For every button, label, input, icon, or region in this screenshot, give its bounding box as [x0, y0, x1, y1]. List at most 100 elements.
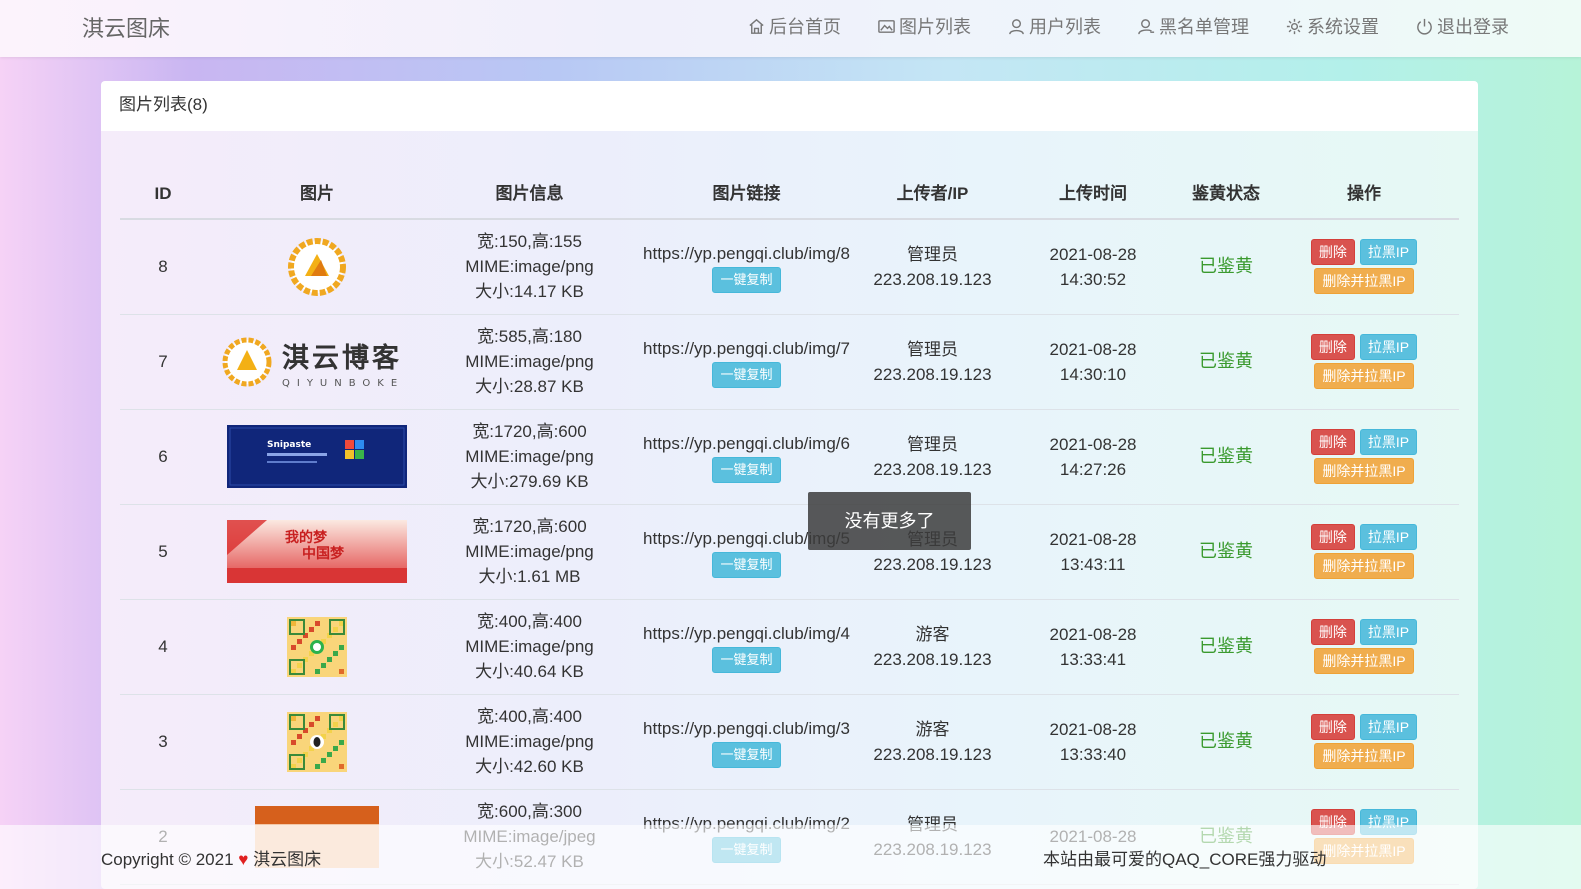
- nav-item-label: 黑名单管理: [1159, 17, 1249, 37]
- moderation-status: 已鉴黄: [1199, 636, 1253, 656]
- image-mime: MIME:image/png: [465, 447, 594, 466]
- delete-button[interactable]: 删除: [1310, 524, 1355, 550]
- image-link[interactable]: https://yp.pengqi.club/img/8: [631, 241, 862, 266]
- cell-actions: 删除拉黑IP 删除并拉黑IP: [1269, 409, 1459, 505]
- svg-text:淇云博客: 淇云博客: [282, 342, 402, 374]
- delete-and-block-button[interactable]: 删除并拉黑IP: [1314, 268, 1414, 295]
- nav-item-label: 后台首页: [769, 17, 841, 37]
- table-row: 7 淇云博客 QIYUNBOKE 宽:585,高:180 MIME:image/png 大…: [120, 314, 1459, 410]
- delete-and-block-button[interactable]: 删除并拉黑IP: [1314, 648, 1414, 674]
- upload-date: 2021-08-28: [1049, 244, 1137, 264]
- cell-info: 宽:1720,高:600 MIME:image/png 大小:279.69 KB: [428, 409, 631, 505]
- image-link[interactable]: https://yp.pengqi.club/img/7: [631, 336, 862, 361]
- cell-thumbnail[interactable]: 我的梦 中国梦: [206, 504, 428, 600]
- block-ip-button[interactable]: 拉黑IP: [1359, 619, 1418, 645]
- nav-item-label: 用户列表: [1029, 17, 1101, 37]
- cell-actions: 删除拉黑IP删除并拉黑IP: [1269, 219, 1459, 315]
- delete-and-block-button[interactable]: 删除并拉黑IP: [1314, 363, 1414, 389]
- cell-link: https://yp.pengqi.club/img/8 一键复制: [631, 219, 862, 315]
- nav-item-users[interactable]: 用户列表: [1007, 13, 1101, 39]
- thumbnail-image: 淇云博客 QIYUNBOKE: [222, 337, 404, 389]
- moderation-status: 已鉴黄: [1199, 731, 1253, 751]
- copyright: Copyright © 2021 ♥ 淇云图床: [101, 845, 321, 870]
- col-header-info: 图片信息: [428, 154, 631, 220]
- cell-thumbnail[interactable]: [206, 599, 428, 695]
- upload-time: 13:33:40: [1059, 744, 1127, 764]
- cell-status: 已鉴黄: [1183, 504, 1269, 600]
- image-dimensions: 宽:1720,高:600: [472, 517, 587, 536]
- block-ip-button[interactable]: 拉黑IP: [1359, 429, 1418, 455]
- nav-item-images[interactable]: 图片列表: [877, 13, 971, 39]
- cell-upload-time: 2021-08-28 13:33:40: [1003, 694, 1183, 790]
- cell-id: 7: [120, 314, 206, 410]
- copy-link-button[interactable]: 一键复制: [712, 266, 781, 293]
- cell-thumbnail[interactable]: [206, 694, 428, 790]
- delete-button[interactable]: 删除: [1310, 429, 1355, 455]
- col-header-image: 图片: [206, 154, 428, 220]
- cell-upload-time: 2021-08-28 13:43:11: [1003, 504, 1183, 600]
- cell-upload-time: 2021-08-28 14:30:52: [1003, 219, 1183, 315]
- image-link[interactable]: https://yp.pengqi.club/img/4: [631, 621, 862, 646]
- svg-text:Snipaste: Snipaste: [267, 440, 311, 450]
- copy-link-button[interactable]: 一键复制: [712, 456, 781, 483]
- powered-by: 本站由最可爱的QAQ_CORE强力驱动: [1043, 850, 1327, 869]
- nav-item-label: 系统设置: [1307, 17, 1379, 37]
- image-link[interactable]: https://yp.pengqi.club/img/6: [631, 431, 862, 456]
- image-dimensions: 宽:150,高:155: [477, 232, 582, 252]
- cell-uploader: 管理员 223.208.19.123: [862, 409, 1003, 505]
- brand-logo[interactable]: 淇云图床: [82, 11, 170, 43]
- cell-uploader: 管理员 223.208.19.123: [862, 314, 1003, 410]
- nav-item-label: 退出登录: [1437, 17, 1509, 37]
- main-nav: 后台首页 图片列表 用户列表 黑名单管理 系统设置 退出登录: [747, 13, 1509, 39]
- cell-thumbnail[interactable]: Snipaste: [206, 409, 428, 505]
- cell-id: 4: [120, 599, 206, 695]
- copy-link-button[interactable]: 一键复制: [712, 646, 781, 673]
- delete-button[interactable]: 删除: [1310, 334, 1355, 360]
- block-ip-button[interactable]: 拉黑IP: [1359, 334, 1418, 360]
- block-ip-button[interactable]: 拉黑IP: [1359, 239, 1418, 266]
- gear-icon: [1286, 18, 1303, 34]
- cell-thumbnail[interactable]: 淇云博客 QIYUNBOKE: [206, 314, 428, 410]
- cell-actions: 删除拉黑IP 删除并拉黑IP: [1269, 599, 1459, 695]
- block-ip-button[interactable]: 拉黑IP: [1359, 714, 1418, 740]
- table-row: 6 Snipaste 宽:1720,高:600 MIME:image/png 大小:27…: [120, 409, 1459, 505]
- upload-date: 2021-08-28: [1049, 434, 1137, 454]
- cell-info: 宽:1720,高:600 MIME:image/png 大小:1.61 MB: [428, 504, 631, 600]
- uploader-ip: 223.208.19.123: [873, 649, 992, 669]
- nav-item-blacklist[interactable]: 黑名单管理: [1137, 13, 1249, 39]
- delete-and-block-button[interactable]: 删除并拉黑IP: [1314, 458, 1414, 484]
- delete-button[interactable]: 删除: [1310, 619, 1355, 645]
- image-link[interactable]: https://yp.pengqi.club/img/3: [631, 716, 862, 741]
- image-filesize: 大小:1.61 MB: [478, 567, 581, 586]
- image-dimensions: 宽:585,高:180: [477, 327, 582, 346]
- cell-status: 已鉴黄: [1183, 314, 1269, 410]
- cell-status: 已鉴黄: [1183, 219, 1269, 315]
- delete-button[interactable]: 删除: [1310, 239, 1355, 266]
- copy-link-button[interactable]: 一键复制: [712, 551, 781, 578]
- cell-status: 已鉴黄: [1183, 599, 1269, 695]
- table-row: 5 我的梦 中国梦 宽:1720,高:600 MIME:image/png 大小:1.61…: [120, 504, 1459, 600]
- thumbnail-image: [287, 711, 347, 772]
- nav-item-settings[interactable]: 系统设置: [1285, 13, 1379, 39]
- svg-text:QIYUNBOKE: QIYUNBOKE: [282, 378, 404, 389]
- thumbnail-image: [287, 616, 347, 677]
- delete-and-block-button[interactable]: 删除并拉黑IP: [1314, 743, 1414, 769]
- nav-item-home[interactable]: 后台首页: [747, 13, 841, 39]
- col-header-link: 图片链接: [631, 154, 862, 220]
- nav-item-logout[interactable]: 退出登录: [1415, 13, 1509, 39]
- cell-thumbnail[interactable]: [206, 219, 428, 315]
- upload-time: 13:33:41: [1059, 649, 1127, 669]
- copy-link-button[interactable]: 一键复制: [712, 741, 781, 768]
- cell-id: 5: [120, 504, 206, 600]
- delete-and-block-button[interactable]: 删除并拉黑IP: [1314, 553, 1414, 579]
- block-ip-button[interactable]: 拉黑IP: [1359, 524, 1418, 550]
- copy-link-button[interactable]: 一键复制: [712, 361, 781, 388]
- nav-item-label: 图片列表: [899, 17, 971, 37]
- cell-info: 宽:400,高:400 MIME:image/png 大小:42.60 KB: [428, 694, 631, 790]
- image-mime: MIME:image/png: [465, 542, 594, 561]
- image-mime: MIME:image/png: [465, 637, 594, 656]
- uploader-ip: 223.208.19.123: [873, 364, 992, 384]
- delete-button[interactable]: 删除: [1310, 714, 1355, 740]
- svg-text:中国梦: 中国梦: [302, 545, 345, 562]
- image-dimensions: 宽:600,高:300: [477, 802, 582, 821]
